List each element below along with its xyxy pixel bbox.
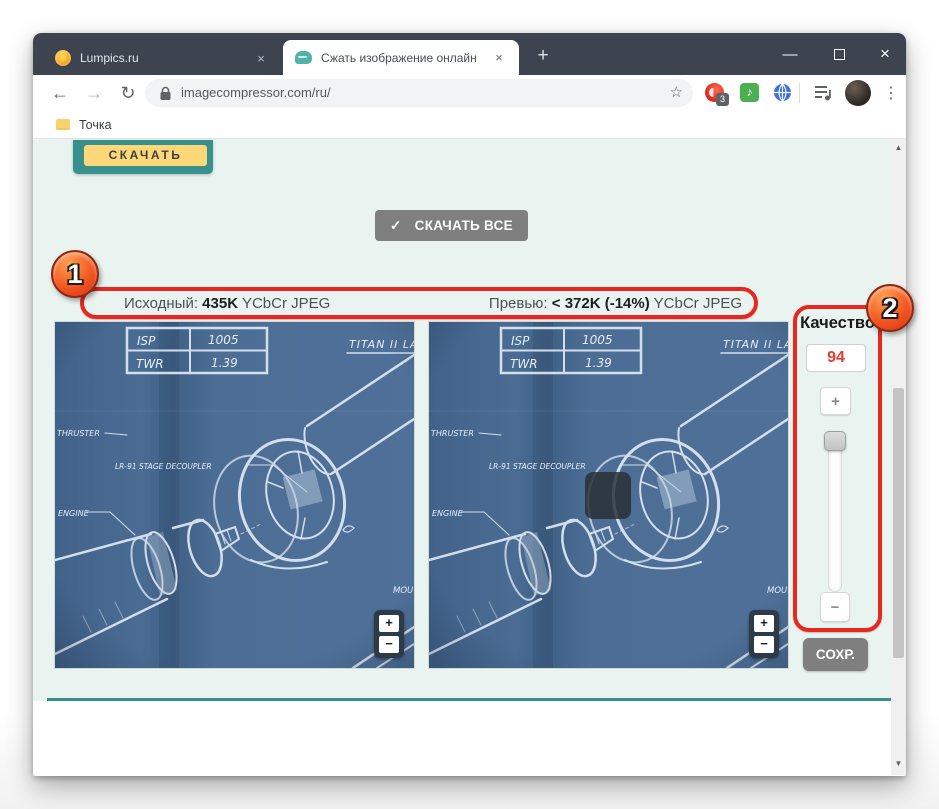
minimize-button[interactable]: — [777, 42, 803, 66]
zoom-out-button[interactable]: − [379, 636, 399, 653]
quality-slider-thumb[interactable] [824, 431, 846, 451]
original-size-value: 435K [202, 294, 239, 312]
maximize-icon [833, 48, 845, 60]
image-card-footer: СКАЧАТЬ [73, 140, 213, 174]
screenshot-root: Lumpics.ru × Сжать изображение онлайн × … [0, 0, 939, 809]
url-text[interactable]: imagecompressor.com/ru/ [181, 79, 331, 107]
lock-icon [160, 86, 171, 100]
tab-lumpics[interactable]: Lumpics.ru × [45, 41, 279, 75]
reload-icon[interactable]: ↻ [115, 80, 141, 106]
browser-toolbar: ← → ↻ imagecompressor.com/ru/ ☆ 3 ♪ ⋮ [33, 75, 906, 111]
zoom-in-button[interactable]: + [379, 615, 399, 632]
browser-window: Lumpics.ru × Сжать изображение онлайн × … [33, 33, 906, 776]
zoom-in-button[interactable]: + [754, 615, 774, 632]
tab-image-compressor[interactable]: Сжать изображение онлайн × [283, 40, 519, 75]
tab-close-icon[interactable]: × [491, 50, 507, 65]
zoom-out-button[interactable]: − [754, 636, 774, 653]
extension-music-icon[interactable]: ♪ [740, 83, 759, 102]
scrollbar-thumb[interactable] [893, 388, 904, 658]
extension-badge: 3 [716, 93, 729, 106]
forward-icon[interactable]: → [81, 80, 107, 106]
tab-label: Сжать изображение онлайн [321, 50, 477, 65]
size-info-bar: Исходный: 435K YCbCr JPEG Превью: < 372K… [80, 287, 758, 319]
quality-value-input[interactable] [806, 344, 866, 372]
page-footer-area [33, 701, 906, 775]
site-favicon [295, 51, 312, 64]
check-icon: ✓ [390, 217, 402, 233]
close-window-button[interactable]: × [872, 42, 898, 66]
original-image-preview[interactable] [55, 322, 414, 668]
preview-size-text: Превью: < 372K (-14%) YCbCr JPEG [488, 294, 742, 312]
section-divider [47, 698, 891, 701]
tab-close-icon[interactable]: × [253, 51, 269, 66]
left-image-zoom-control: + − [374, 610, 404, 658]
callout-badge-1: 1 [51, 250, 99, 298]
bookmark-star-icon[interactable]: ☆ [670, 79, 683, 107]
maximize-button[interactable] [826, 42, 852, 66]
download-all-button[interactable]: ✓ СКАЧАТЬ ВСЕ [375, 210, 528, 241]
download-button[interactable]: СКАЧАТЬ [84, 145, 207, 166]
media-playlist-icon[interactable] [813, 84, 833, 102]
browser-titlebar: Lumpics.ru × Сжать изображение онлайн × … [33, 33, 906, 75]
download-all-label: СКАЧАТЬ ВСЕ [414, 218, 513, 233]
bookmarks-bar: Точка [33, 111, 906, 139]
profile-avatar[interactable] [845, 80, 871, 106]
preview-size-value: < 372K (-14%) [551, 294, 650, 312]
cursor-overlay-square [585, 472, 631, 519]
lumpics-favicon [55, 50, 71, 66]
extension-globe-icon[interactable] [773, 83, 792, 102]
scroll-down-icon[interactable]: ▼ [891, 757, 906, 771]
browser-menu-icon[interactable]: ⋮ [883, 84, 899, 104]
tab-label: Lumpics.ru [80, 51, 139, 65]
page-scrollbar[interactable]: ▲ ▼ [891, 139, 906, 775]
right-image-zoom-control: + − [749, 610, 779, 658]
original-size-text: Исходный: 435K YCbCr JPEG [124, 294, 331, 312]
callout-badge-2: 2 [866, 284, 914, 332]
bookmark-folder-icon [56, 119, 70, 130]
address-bar[interactable]: imagecompressor.com/ru/ ☆ [145, 79, 693, 107]
quality-slider-track[interactable] [828, 432, 842, 592]
save-button[interactable]: СОХР. [803, 638, 868, 671]
quality-decrease-button[interactable]: − [820, 592, 850, 622]
quality-increase-button[interactable]: + [820, 387, 851, 415]
scroll-up-icon[interactable]: ▲ [891, 141, 906, 155]
bookmark-item[interactable]: Точка [79, 111, 112, 139]
toolbar-separator [799, 83, 800, 103]
new-tab-button[interactable]: + [531, 44, 555, 68]
back-icon[interactable]: ← [47, 80, 73, 106]
